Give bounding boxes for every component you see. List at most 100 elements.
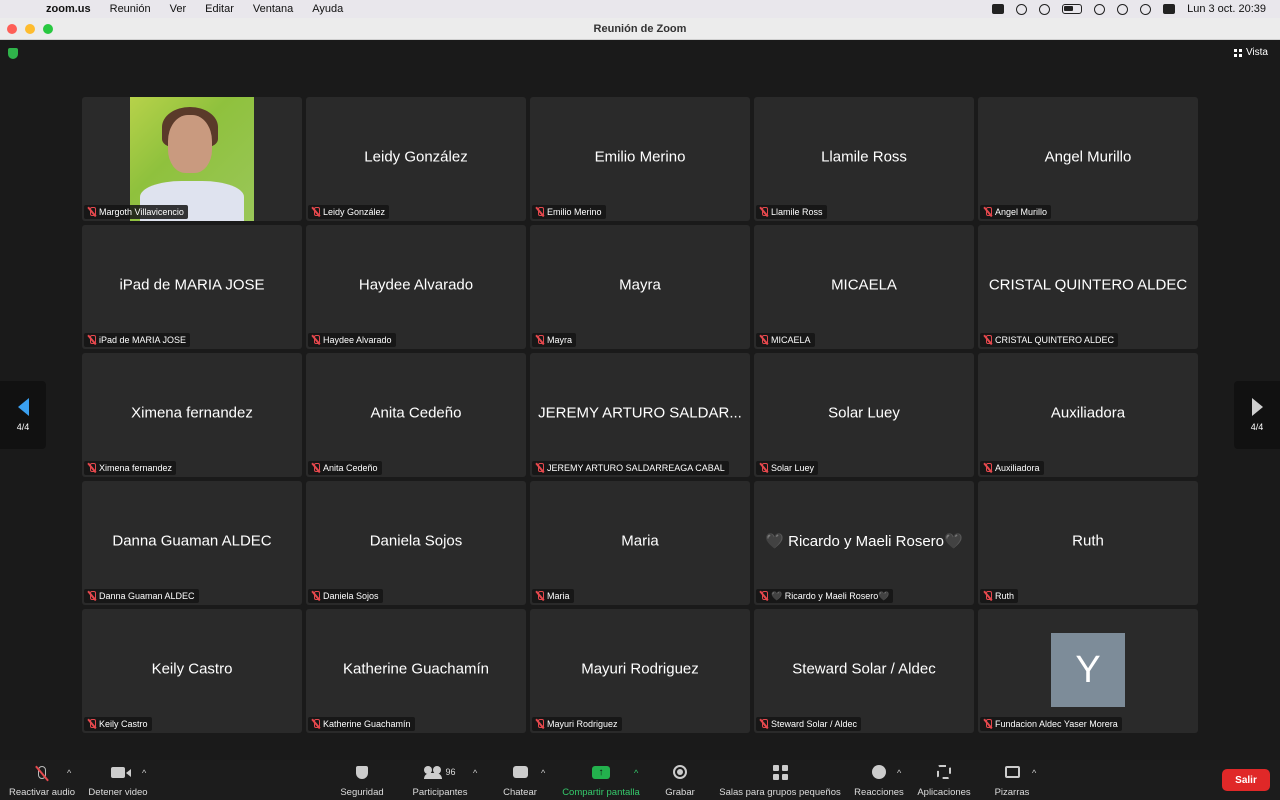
participant-tile[interactable]: Y Fundacion Aldec Yaser Morera xyxy=(978,609,1198,733)
airdrop-icon[interactable] xyxy=(1016,3,1028,15)
participant-tile[interactable]: Emilio Merino Emilio Merino xyxy=(530,97,750,221)
muted-mic-icon xyxy=(984,719,992,729)
participant-tile[interactable]: Danna Guaman ALDEC Danna Guaman ALDEC xyxy=(82,481,302,605)
zoom-status-icon[interactable] xyxy=(992,4,1005,14)
participant-tile[interactable]: Anita Cedeño Anita Cedeño xyxy=(306,353,526,477)
participant-name-tag: Haydee Alvarado xyxy=(308,333,396,347)
video-options-caret-icon[interactable]: ^ xyxy=(142,768,146,778)
participant-name-label: iPad de MARIA JOSE xyxy=(99,335,187,345)
participant-tile[interactable]: Katherine Guachamín Katherine Guachamín xyxy=(306,609,526,733)
muted-mic-icon xyxy=(88,591,96,601)
reactions-caret-icon[interactable]: ^ xyxy=(897,768,901,778)
participant-display-name: Solar Luey xyxy=(828,404,900,422)
spotlight-icon[interactable] xyxy=(1140,3,1152,15)
chat-button[interactable]: Chatear xyxy=(496,764,544,798)
participants-caret-icon[interactable]: ^ xyxy=(473,768,477,778)
share-caret-icon[interactable]: ^ xyxy=(634,768,638,778)
grid-icon xyxy=(1233,48,1242,57)
menu-editar[interactable]: Editar xyxy=(205,0,234,18)
meeting-area: Vista 4/4 4/4 Margoth Villavicencio Leidy… xyxy=(0,41,1280,760)
menu-ver[interactable]: Ver xyxy=(170,0,187,18)
participant-tile[interactable]: Angel Murillo Angel Murillo xyxy=(978,97,1198,221)
unmute-button[interactable]: Reactivar audio xyxy=(8,764,76,798)
chat-bubble-icon xyxy=(512,766,528,778)
previous-page-button[interactable]: 4/4 xyxy=(0,381,46,449)
share-screen-button[interactable]: ↑ Compartir pantalla xyxy=(558,764,644,798)
participant-name-tag: Daniela Sojos xyxy=(308,589,383,603)
security-button[interactable]: Seguridad xyxy=(336,764,388,798)
participant-name-label: Steward Solar / Aldec xyxy=(771,719,858,729)
participant-name-label: JEREMY ARTURO SALDARREAGA CABAL xyxy=(547,463,725,473)
smiley-icon xyxy=(872,765,886,779)
participant-tile[interactable]: Auxiliadora Auxiliadora xyxy=(978,353,1198,477)
wifi-icon[interactable] xyxy=(1094,3,1106,15)
breakout-rooms-button[interactable]: Salas para grupos pequeños xyxy=(716,764,844,798)
muted-mic-icon xyxy=(536,719,544,729)
participants-count: 96 xyxy=(445,767,456,777)
whiteboards-button[interactable]: Pizarras xyxy=(990,764,1034,798)
meeting-toolbar: Reactivar audio ^ Detener video ^ Seguri… xyxy=(0,760,1280,800)
view-button[interactable]: Vista xyxy=(1233,47,1268,58)
participant-tile[interactable]: MICAELA MICAELA xyxy=(754,225,974,349)
participant-tile[interactable]: JEREMY ARTURO SALDAR... JEREMY ARTURO SAL… xyxy=(530,353,750,477)
participants-button[interactable]: 96 Participantes xyxy=(408,764,472,798)
participant-tile[interactable]: Ruth Ruth xyxy=(978,481,1198,605)
participant-tile[interactable]: Daniela Sojos Daniela Sojos xyxy=(306,481,526,605)
clock[interactable]: Lun 3 oct. 20:39 xyxy=(1187,3,1266,15)
menu-ayuda[interactable]: Ayuda xyxy=(312,0,343,18)
muted-mic-icon xyxy=(536,335,544,345)
video-camera-icon xyxy=(111,766,131,778)
participant-tile[interactable]: iPad de MARIA JOSE iPad de MARIA JOSE xyxy=(82,225,302,349)
participant-tile[interactable]: Haydee Alvarado Haydee Alvarado xyxy=(306,225,526,349)
participant-tile[interactable]: Margoth Villavicencio xyxy=(82,97,302,221)
participant-tile[interactable]: 🖤 Ricardo y Maeli Rosero🖤 🖤 Ricardo y Mae… xyxy=(754,481,974,605)
chat-caret-icon[interactable]: ^ xyxy=(541,768,545,778)
participant-display-name: Mayra xyxy=(619,276,661,294)
participant-name-tag: Ximena fernandez xyxy=(84,461,177,475)
muted-mic-icon xyxy=(760,719,768,729)
participant-name-tag: Angel Murillo xyxy=(980,205,1052,219)
encryption-shield-icon[interactable] xyxy=(8,48,18,59)
bluetooth-icon[interactable] xyxy=(1039,3,1051,15)
participant-tile[interactable]: Llamile Ross Llamile Ross xyxy=(754,97,974,221)
participant-video xyxy=(130,97,254,221)
participant-tile[interactable]: Keily Castro Keily Castro xyxy=(82,609,302,733)
arrow-right-icon xyxy=(1251,398,1263,416)
muted-mic-icon xyxy=(536,207,544,217)
whiteboards-caret-icon[interactable]: ^ xyxy=(1032,768,1036,778)
participant-tile[interactable]: Leidy González Leidy González xyxy=(306,97,526,221)
participant-name-label: Haydee Alvarado xyxy=(323,335,392,345)
battery-icon[interactable] xyxy=(1062,4,1083,14)
participant-display-name: Daniela Sojos xyxy=(369,532,463,550)
participant-display-name: Steward Solar / Aldec xyxy=(792,660,936,678)
participant-name-tag: MICAELA xyxy=(756,333,815,347)
participant-tile[interactable]: Mayra Mayra xyxy=(530,225,750,349)
participant-display-name: Leidy González xyxy=(364,148,468,166)
participant-display-name: Keily Castro xyxy=(151,660,233,678)
participant-tile[interactable]: Ximena fernandez Ximena fernandez xyxy=(82,353,302,477)
participant-tile[interactable]: Solar Luey Solar Luey xyxy=(754,353,974,477)
participant-tile[interactable]: Mayuri Rodriguez Mayuri Rodriguez xyxy=(530,609,750,733)
menu-ventana[interactable]: Ventana xyxy=(253,0,293,18)
record-icon xyxy=(673,765,687,779)
leave-button[interactable]: Salir xyxy=(1222,769,1270,791)
menu-bar: zoom.us Reunión Ver Editar Ventana Ayuda… xyxy=(0,0,1280,18)
menu-app[interactable]: zoom.us xyxy=(46,0,91,18)
participant-tile[interactable]: Steward Solar / Aldec Steward Solar / Ald… xyxy=(754,609,974,733)
participant-tile[interactable]: Maria Maria xyxy=(530,481,750,605)
participant-name-label: Katherine Guachamín xyxy=(323,719,411,729)
muted-mic-icon xyxy=(312,335,320,345)
audio-options-caret-icon[interactable]: ^ xyxy=(67,768,71,778)
participant-display-name: CRISTAL QUINTERO ALDEC xyxy=(988,276,1188,294)
participant-name-tag: Fundacion Aldec Yaser Morera xyxy=(980,717,1122,731)
muted-mic-icon xyxy=(536,591,544,601)
next-page-button[interactable]: 4/4 xyxy=(1234,381,1280,449)
stop-video-button[interactable]: Detener video xyxy=(86,764,150,798)
apps-button[interactable]: Aplicaciones xyxy=(914,764,974,798)
menu-reunion[interactable]: Reunión xyxy=(110,0,151,18)
muted-mic-icon xyxy=(760,335,768,345)
participant-tile[interactable]: CRISTAL QUINTERO ALDEC CRISTAL QUINTERO A… xyxy=(978,225,1198,349)
record-button[interactable]: Grabar xyxy=(658,764,702,798)
user-icon[interactable] xyxy=(1117,3,1129,15)
control-center-icon[interactable] xyxy=(1163,4,1176,14)
